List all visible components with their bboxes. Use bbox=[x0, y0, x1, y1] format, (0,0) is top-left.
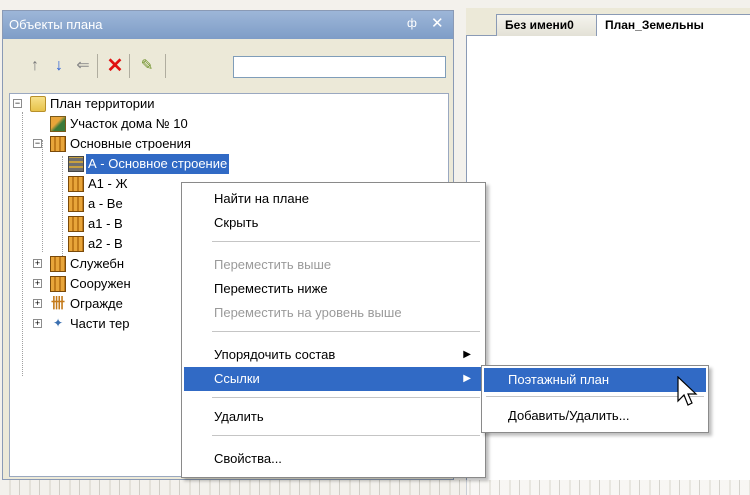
menu-item-arrange[interactable]: Упорядочить состав ▶ bbox=[184, 343, 483, 367]
context-menu: Найти на плане Скрыть Переместить выше П… bbox=[181, 182, 486, 478]
tree-node-label: Огражде bbox=[70, 296, 123, 311]
panel-header: Объекты плана ф ✕ bbox=[3, 11, 453, 39]
tree-node-label: Служебн bbox=[70, 256, 125, 271]
menu-separator bbox=[486, 396, 704, 397]
tree-node-label: а - Ве bbox=[88, 196, 123, 211]
buildings-icon bbox=[50, 136, 66, 152]
menu-item-label: Ссылки bbox=[214, 371, 260, 386]
search-input[interactable] bbox=[233, 56, 446, 78]
building-icon bbox=[68, 176, 84, 192]
tree-node-label: А1 - Ж bbox=[88, 176, 128, 191]
properties-icon[interactable]: ✎ bbox=[137, 56, 157, 76]
delete-icon[interactable]: ✕ bbox=[105, 56, 125, 76]
toolbar: ↑ ↓ ⇐ ✕ ✎ bbox=[3, 40, 453, 90]
menu-item-floor-plan[interactable]: Поэтажный план bbox=[484, 368, 706, 392]
building-icon bbox=[68, 196, 84, 212]
submenu-arrow-icon: ▶ bbox=[463, 373, 471, 384]
toolbar-separator bbox=[129, 54, 130, 78]
menu-separator bbox=[212, 435, 480, 436]
arrow-down-icon[interactable]: ↓ bbox=[49, 56, 69, 76]
submenu-arrow-icon: ▶ bbox=[463, 349, 471, 360]
collapse-icon[interactable]: − bbox=[13, 99, 22, 108]
menu-item-properties[interactable]: Свойства... bbox=[184, 447, 483, 471]
tree-node-label: Части тер bbox=[70, 316, 130, 331]
toolbar-separator bbox=[165, 54, 166, 78]
mouse-cursor-icon bbox=[677, 376, 698, 406]
folder-icon bbox=[30, 96, 46, 112]
collapse-icon[interactable]: − bbox=[33, 139, 42, 148]
tree-node-label: Основные строения bbox=[70, 136, 191, 151]
pin-icon[interactable]: ф bbox=[407, 16, 417, 30]
menu-item-label: Упорядочить состав bbox=[214, 347, 336, 362]
menu-item-find-on-plan[interactable]: Найти на плане bbox=[184, 187, 483, 211]
expand-icon[interactable]: + bbox=[33, 299, 42, 308]
building-icon bbox=[68, 236, 84, 252]
buildings-icon bbox=[50, 276, 66, 292]
tree-line bbox=[22, 112, 23, 376]
menu-item-move-level-up[interactable]: Переместить на уровень выше bbox=[184, 301, 483, 325]
status-strip bbox=[0, 480, 750, 495]
land-plot-icon bbox=[50, 116, 66, 132]
menu-item-move-down[interactable]: Переместить ниже bbox=[184, 277, 483, 301]
close-icon[interactable]: ✕ bbox=[431, 14, 444, 32]
tree-line bbox=[42, 140, 43, 252]
menu-item-add-remove[interactable]: Добавить/Удалить... bbox=[484, 404, 706, 428]
arrow-up-icon[interactable]: ↑ bbox=[25, 56, 45, 76]
expand-icon[interactable]: + bbox=[33, 259, 42, 268]
panel-title: Объекты плана bbox=[9, 17, 103, 32]
tree-node-label: Участок дома № 10 bbox=[70, 116, 188, 131]
territory-parts-icon: ✦ bbox=[52, 316, 64, 330]
buildings-icon bbox=[50, 256, 66, 272]
toolbar-separator bbox=[97, 54, 98, 78]
tab-untitled[interactable]: Без имени0 bbox=[496, 14, 598, 36]
menu-separator bbox=[212, 241, 480, 242]
fence-icon: 卌 bbox=[51, 295, 65, 311]
building-icon bbox=[68, 216, 84, 232]
menu-item-move-up[interactable]: Переместить выше bbox=[184, 253, 483, 277]
tree-node-label: Сооружен bbox=[70, 276, 131, 291]
menu-item-delete[interactable]: Удалить bbox=[184, 405, 483, 429]
menu-separator bbox=[212, 397, 480, 398]
tree-node-label: а1 - В bbox=[88, 216, 123, 231]
links-submenu: Поэтажный план Добавить/Удалить... bbox=[481, 365, 709, 433]
menu-separator bbox=[212, 331, 480, 332]
tree-node-label: План территории bbox=[50, 96, 155, 111]
building-icon bbox=[68, 156, 84, 172]
expand-icon[interactable]: + bbox=[33, 319, 42, 328]
tree-node-label: а2 - В bbox=[88, 236, 123, 251]
tree-node-label: А - Основное строение bbox=[86, 154, 230, 174]
arrow-left-icon[interactable]: ⇐ bbox=[73, 56, 93, 76]
tree-line bbox=[62, 156, 63, 270]
menu-item-hide[interactable]: Скрыть bbox=[184, 211, 483, 235]
document-tabs: Без имени0 План_Земельны bbox=[466, 8, 750, 37]
expand-icon[interactable]: + bbox=[33, 279, 42, 288]
menu-item-links[interactable]: Ссылки ▶ bbox=[184, 367, 483, 391]
tab-land-plan[interactable]: План_Земельны bbox=[596, 14, 750, 37]
